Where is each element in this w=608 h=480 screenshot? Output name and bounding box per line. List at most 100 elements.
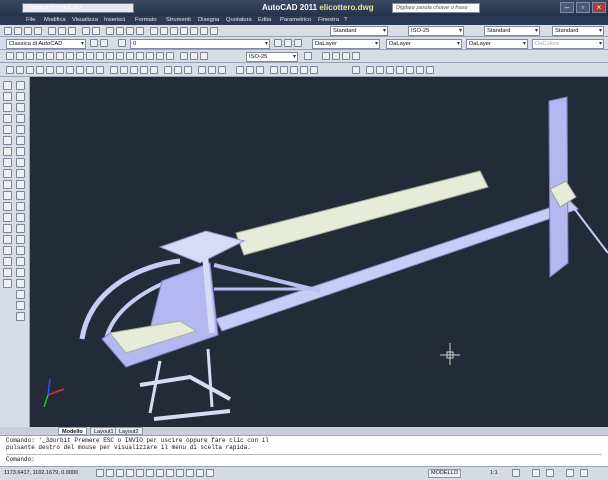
- box-icon[interactable]: [16, 66, 24, 74]
- measure-icon[interactable]: [16, 312, 25, 321]
- dim-break-icon[interactable]: [126, 52, 134, 60]
- menu-quotatura[interactable]: Quotatura: [226, 17, 252, 23]
- new-icon[interactable]: [4, 27, 12, 35]
- snap-icon[interactable]: [96, 469, 104, 477]
- 3d-move-icon[interactable]: [198, 66, 206, 74]
- spline-icon[interactable]: [3, 169, 12, 178]
- workspace-select[interactable]: Classica di AutoCAD: [6, 39, 86, 49]
- command-line[interactable]: Comando: '_3dorbit Premere ESC o INVIO p…: [0, 435, 608, 466]
- osnap-icon[interactable]: [136, 469, 144, 477]
- dim-text-edit-icon[interactable]: [190, 52, 198, 60]
- 3d-osnap-icon[interactable]: [146, 469, 154, 477]
- command-prompt[interactable]: Comando:: [6, 454, 602, 463]
- model-space-toggle[interactable]: MODELLO: [428, 469, 461, 478]
- linetype-select[interactable]: DaLayer: [386, 39, 462, 49]
- ucs-origin-icon[interactable]: [416, 66, 424, 74]
- inspection-icon[interactable]: [156, 52, 164, 60]
- trim-icon[interactable]: [16, 180, 25, 189]
- mirror-icon[interactable]: [16, 103, 25, 112]
- arc-length-icon[interactable]: [26, 52, 34, 60]
- loft-icon[interactable]: [150, 66, 158, 74]
- menu-edita[interactable]: Edita: [258, 17, 271, 23]
- planar-surface-icon[interactable]: [96, 66, 104, 74]
- view-left-icon[interactable]: [342, 52, 350, 60]
- lock-icon[interactable]: [546, 469, 554, 477]
- table-style-select[interactable]: Standard: [484, 26, 540, 36]
- construction-line-icon[interactable]: [3, 92, 12, 101]
- menu-file[interactable]: File: [26, 17, 35, 23]
- continuous-orbit-icon[interactable]: [256, 66, 264, 74]
- camera-icon[interactable]: [310, 66, 318, 74]
- layer-select[interactable]: 0: [130, 39, 270, 49]
- 3d-align-icon[interactable]: [218, 66, 226, 74]
- copy-icon[interactable]: [58, 27, 66, 35]
- point-icon[interactable]: [3, 224, 12, 233]
- match-properties-icon[interactable]: [16, 268, 25, 277]
- edit-polyline-icon[interactable]: [16, 257, 25, 266]
- sweep-icon[interactable]: [130, 66, 138, 74]
- dyn-icon[interactable]: [176, 469, 184, 477]
- free-orbit-icon[interactable]: [246, 66, 254, 74]
- tool-palettes-icon[interactable]: [170, 27, 178, 35]
- view-bottom-icon[interactable]: [332, 52, 340, 60]
- polygon-icon[interactable]: [3, 114, 12, 123]
- view-right-icon[interactable]: [352, 52, 360, 60]
- hatch-icon[interactable]: [3, 235, 12, 244]
- menu-inserisci[interactable]: Inserisci: [104, 17, 125, 23]
- menu-parametrico[interactable]: Parametrico: [280, 17, 311, 23]
- radius-icon[interactable]: [46, 52, 54, 60]
- polyline-icon[interactable]: [3, 103, 12, 112]
- dim-style-manager-icon[interactable]: [304, 52, 312, 60]
- help-icon[interactable]: [210, 27, 218, 35]
- clean-screen-icon[interactable]: [580, 469, 588, 477]
- maximize-icon[interactable]: ▫: [576, 2, 590, 13]
- polysolid-icon[interactable]: [6, 66, 14, 74]
- otrack-icon[interactable]: [156, 469, 164, 477]
- jogged-icon[interactable]: [56, 52, 64, 60]
- gradient-icon[interactable]: [3, 246, 12, 255]
- rectangle-icon[interactable]: [3, 125, 12, 134]
- calculator-icon[interactable]: [200, 27, 208, 35]
- divide-icon[interactable]: [16, 301, 25, 310]
- workspace-switcher[interactable]: Classica di AutoCAD: [22, 3, 134, 13]
- zoom-previous-icon[interactable]: [136, 27, 144, 35]
- baseline-icon[interactable]: [96, 52, 104, 60]
- dim-update-icon[interactable]: [200, 52, 208, 60]
- ucs-previous-icon[interactable]: [376, 66, 384, 74]
- quick-properties-icon[interactable]: [206, 469, 214, 477]
- lineweight-icon[interactable]: [186, 469, 194, 477]
- line-icon[interactable]: [3, 81, 12, 90]
- lineweight-select[interactable]: DaLayer: [466, 39, 528, 49]
- ellipse-icon[interactable]: [3, 180, 12, 189]
- ortho-icon[interactable]: [116, 469, 124, 477]
- materials-icon[interactable]: [290, 66, 298, 74]
- scale-icon[interactable]: [16, 158, 25, 167]
- drawing-viewport[interactable]: [30, 77, 608, 427]
- diameter-icon[interactable]: [66, 52, 74, 60]
- jogged-linear-icon[interactable]: [166, 52, 174, 60]
- layer-manager-icon[interactable]: [118, 39, 126, 47]
- subtract-icon[interactable]: [174, 66, 182, 74]
- arc-icon[interactable]: [3, 136, 12, 145]
- ordinate-icon[interactable]: [36, 52, 44, 60]
- revcloud-icon[interactable]: [3, 158, 12, 167]
- markup-icon[interactable]: [190, 27, 198, 35]
- menu-formato[interactable]: Formato: [135, 17, 157, 23]
- chamfer-icon[interactable]: [16, 224, 25, 233]
- copy-object-icon[interactable]: [16, 92, 25, 101]
- insert-block-icon[interactable]: [3, 202, 12, 211]
- dim-style-select-2[interactable]: ISO-25: [246, 52, 298, 62]
- circle-icon[interactable]: [3, 147, 12, 156]
- helix-icon[interactable]: [86, 66, 94, 74]
- erase-icon[interactable]: [16, 81, 25, 90]
- ucs-world-icon[interactable]: [366, 66, 374, 74]
- quick-dim-icon[interactable]: [86, 52, 94, 60]
- redo-icon[interactable]: [92, 27, 100, 35]
- undo-icon[interactable]: [82, 27, 90, 35]
- make-block-icon[interactable]: [3, 213, 12, 222]
- lights-icon[interactable]: [300, 66, 308, 74]
- mtext-icon[interactable]: [3, 279, 12, 288]
- ucs-zaxis-icon[interactable]: [426, 66, 434, 74]
- 3d-rotate-icon[interactable]: [208, 66, 216, 74]
- menu-finestra[interactable]: Finestra: [318, 17, 339, 23]
